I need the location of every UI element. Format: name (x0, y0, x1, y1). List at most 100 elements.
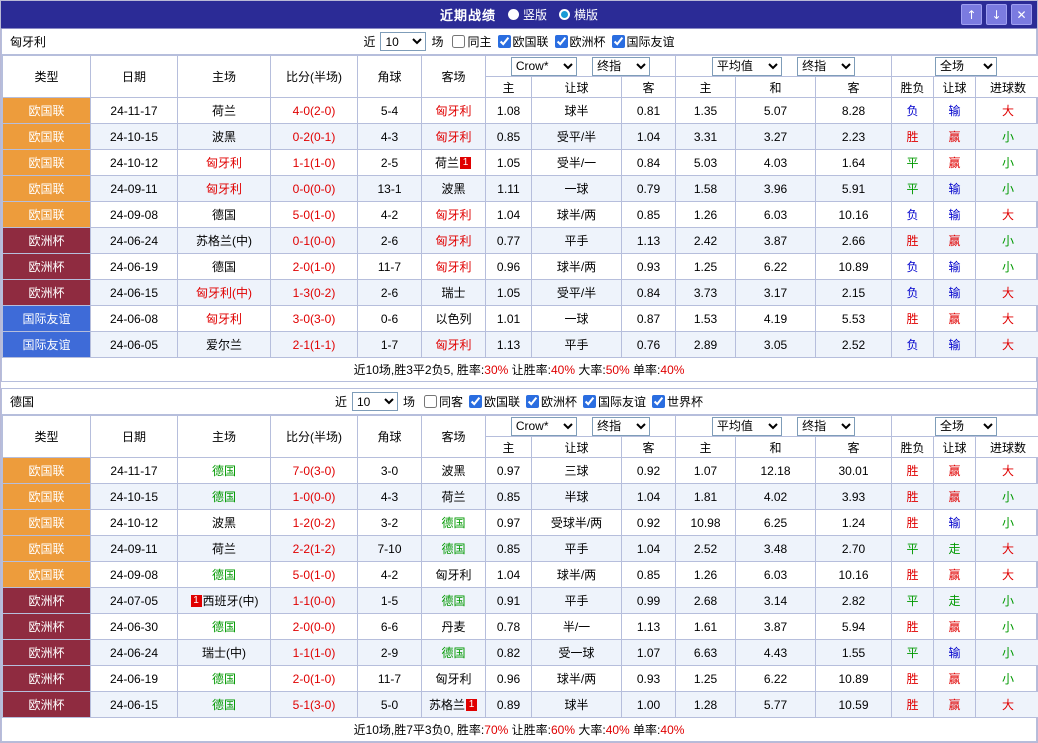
team-text: 匈牙利 (206, 182, 242, 196)
match-date: 24-06-08 (91, 306, 178, 332)
checkbox-input[interactable] (583, 395, 596, 408)
odds-away: 0.84 (622, 150, 676, 176)
odds-away: 0.85 (622, 202, 676, 228)
filter-checkbox[interactable]: 国际友谊 (612, 33, 675, 50)
odds-handicap: 球半 (532, 98, 622, 124)
avg-home: 1.26 (676, 562, 736, 588)
match-score: 1-3(0-2) (271, 280, 358, 306)
odds-source-select[interactable]: Crow* (511, 57, 577, 76)
competition-type: 欧国联 (3, 202, 91, 228)
match-score: 5-0(1-0) (271, 202, 358, 228)
checkbox-label: 同客 (439, 393, 463, 410)
odds-handicap: 一球 (532, 176, 622, 202)
odds-source-select[interactable]: Crow* (511, 417, 577, 436)
match-count-select[interactable]: 10 (352, 392, 398, 411)
result-handicap: 赢 (934, 306, 976, 332)
team-text: 荷兰 (441, 490, 465, 504)
odds-home: 1.08 (486, 98, 532, 124)
match-date: 24-10-12 (91, 510, 178, 536)
match-score: 1-1(1-0) (271, 150, 358, 176)
avg-home: 2.89 (676, 332, 736, 358)
result-handicap: 赢 (934, 150, 976, 176)
checkbox-input[interactable] (652, 395, 665, 408)
filter-checkbox[interactable]: 国际友谊 (583, 393, 646, 410)
odds-time-select[interactable]: 终指 (592, 417, 650, 436)
odds-handicap: 球半/两 (532, 666, 622, 692)
checkbox-input[interactable] (469, 395, 482, 408)
away-team: 匈牙利 (422, 666, 486, 692)
checkbox-input[interactable] (555, 35, 568, 48)
odds-away: 1.04 (622, 484, 676, 510)
result-scope-select[interactable]: 全场 (935, 57, 997, 76)
odds-home: 0.85 (486, 536, 532, 562)
col-header-type: 类型 (3, 416, 91, 458)
checkbox-input[interactable] (498, 35, 511, 48)
avg-home: 1.07 (676, 458, 736, 484)
home-team: 瑞士(中) (178, 640, 271, 666)
team-text: 德国 (441, 646, 465, 660)
filter-checkbox[interactable]: 欧国联 (498, 33, 549, 50)
odds-home: 0.89 (486, 692, 532, 718)
avg-draw: 3.17 (736, 280, 816, 306)
result-outcome: 胜 (892, 228, 934, 254)
move-down-button[interactable]: ↓ (986, 4, 1007, 25)
filter-checkbox[interactable]: 同客 (424, 393, 463, 410)
match-score: 2-2(1-2) (271, 536, 358, 562)
match-date: 24-06-19 (91, 254, 178, 280)
avg-draw: 3.48 (736, 536, 816, 562)
corner-score: 4-3 (358, 484, 422, 510)
col-subheader: 让球 (934, 77, 976, 98)
down-arrow-icon: ↓ (991, 8, 1001, 22)
filter-checkbox[interactable]: 同主 (452, 33, 491, 50)
avg-draw: 4.03 (736, 150, 816, 176)
home-team: 德国 (178, 562, 271, 588)
avg-draw: 6.03 (736, 202, 816, 228)
result-scope-select[interactable]: 全场 (935, 417, 997, 436)
filter-checkbox[interactable]: 欧洲杯 (555, 33, 606, 50)
result-handicap: 输 (934, 98, 976, 124)
avg-source-select[interactable]: 平均值 (712, 57, 782, 76)
filter-checkbox[interactable]: 欧国联 (469, 393, 520, 410)
result-outcome: 胜 (892, 562, 934, 588)
checkbox-input[interactable] (452, 35, 465, 48)
match-count-select[interactable]: 10 (380, 32, 426, 51)
odds-away: 0.93 (622, 254, 676, 280)
odds-handicap: 平手 (532, 536, 622, 562)
move-up-button[interactable]: ↑ (961, 4, 982, 25)
avg-away: 10.89 (816, 254, 892, 280)
home-team: 1西班牙(中) (178, 588, 271, 614)
filter-checkbox[interactable]: 世界杯 (652, 393, 703, 410)
layout-horizontal-radio[interactable]: 横版 (559, 6, 598, 23)
layout-vertical-radio[interactable]: 竖版 (508, 6, 547, 23)
result-goals: 大 (976, 98, 1038, 124)
team-text: 匈牙利(中) (196, 286, 252, 300)
odds-handicap: 平手 (532, 332, 622, 358)
close-button[interactable]: ✕ (1011, 4, 1032, 25)
avg-time-select[interactable]: 终指 (797, 417, 855, 436)
checkbox-label: 欧国联 (484, 393, 520, 410)
checkbox-input[interactable] (612, 35, 625, 48)
avg-time-select[interactable]: 终指 (797, 57, 855, 76)
avg-home: 10.98 (676, 510, 736, 536)
col-subheader: 让球 (532, 437, 622, 458)
col-subheader: 和 (736, 77, 816, 98)
odds-away: 0.76 (622, 332, 676, 358)
checkbox-input[interactable] (526, 395, 539, 408)
checkbox-input[interactable] (424, 395, 437, 408)
col-header-away: 客场 (422, 416, 486, 458)
match-score: 2-1(1-1) (271, 332, 358, 358)
filter-checkbox[interactable]: 欧洲杯 (526, 393, 577, 410)
home-team: 匈牙利 (178, 306, 271, 332)
page-title: 近期战绩 (440, 5, 496, 24)
avg-home: 2.68 (676, 588, 736, 614)
avg-draw: 4.19 (736, 306, 816, 332)
avg-source-select[interactable]: 平均值 (712, 417, 782, 436)
avg-draw: 3.14 (736, 588, 816, 614)
col-subheader: 进球数 (976, 437, 1038, 458)
avg-away: 2.15 (816, 280, 892, 306)
odds-time-select[interactable]: 终指 (592, 57, 650, 76)
match-score: 5-0(1-0) (271, 562, 358, 588)
match-score: 2-0(1-0) (271, 254, 358, 280)
odds-away: 0.92 (622, 458, 676, 484)
result-outcome: 胜 (892, 124, 934, 150)
